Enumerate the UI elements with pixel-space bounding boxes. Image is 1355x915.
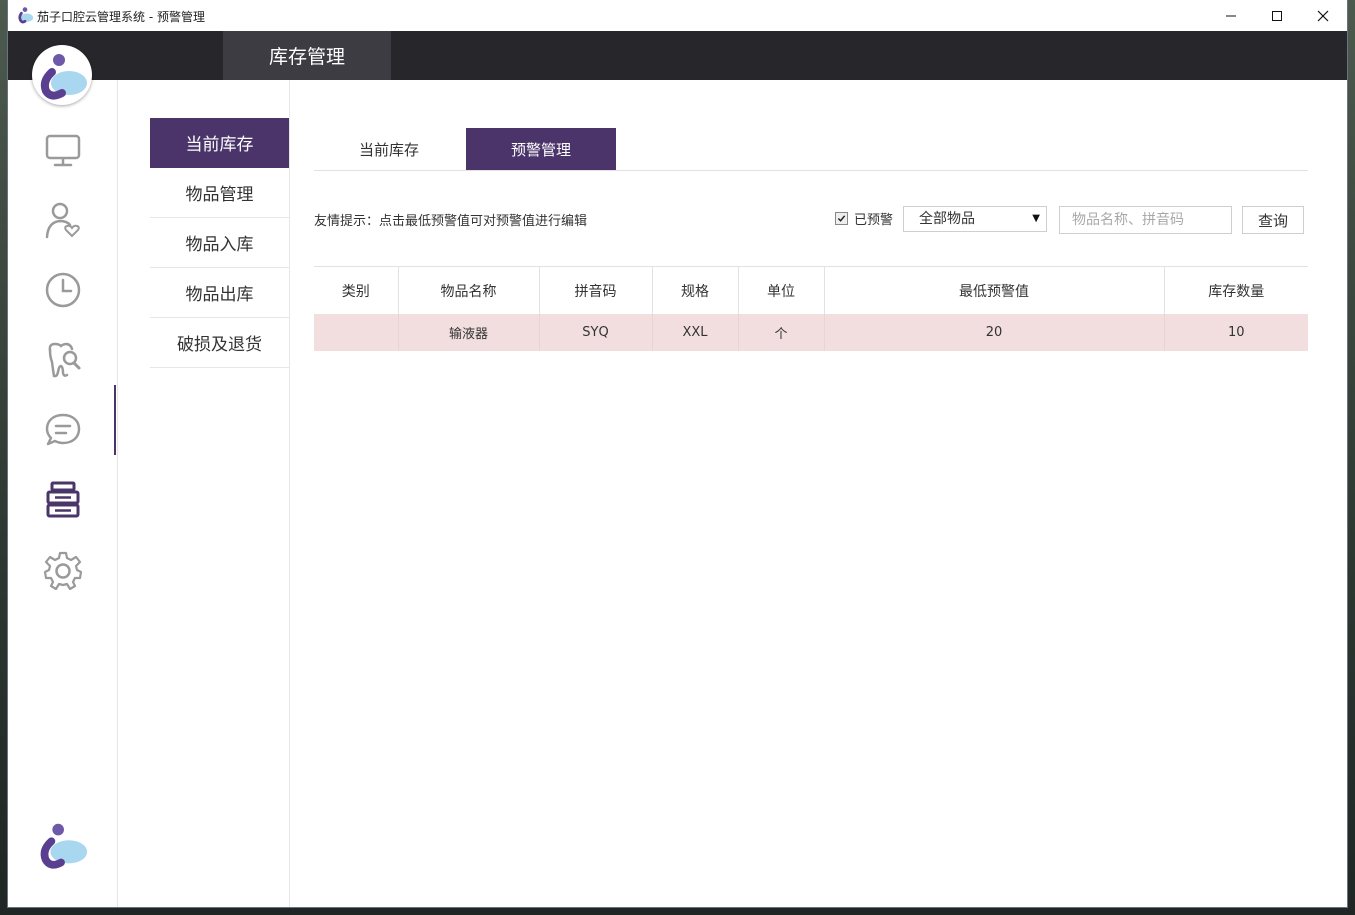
- patient-icon: [45, 202, 80, 239]
- minimize-button[interactable]: [1208, 0, 1254, 31]
- rail-item-patient[interactable]: [8, 190, 117, 250]
- title-bar: 茄子口腔云管理系统 - 预警管理: [8, 0, 1347, 31]
- cell-stock-qty: 10: [1164, 314, 1308, 351]
- column-header-spec: 规格: [652, 266, 739, 314]
- app-logo: [32, 45, 92, 105]
- column-header-unit: 单位: [738, 266, 825, 314]
- cell-pinyin: SYQ: [539, 314, 653, 351]
- warned-checkbox[interactable]: [835, 212, 848, 225]
- app-header: 库存管理: [8, 31, 1347, 80]
- app-window: 茄子口腔云管理系统 - 预警管理 库存管理 当前库存 物品管理 物品入库 物品出…: [8, 0, 1347, 907]
- column-header-min-warning: 最低预警值: [824, 266, 1165, 314]
- monitor-icon: [45, 134, 80, 167]
- warned-filter[interactable]: 已预警: [835, 209, 893, 228]
- icon-rail: [8, 80, 118, 907]
- close-icon: [1317, 10, 1329, 21]
- rail-item-settings[interactable]: [8, 540, 117, 600]
- main-content: 当前库存 预警管理 友情提示：点击最低预警值可对预警值进行编辑 已预警 全部物品…: [290, 80, 1347, 907]
- column-header-stock-qty: 库存数量: [1164, 266, 1308, 314]
- rail-item-schedule[interactable]: [8, 260, 117, 320]
- clock-icon: [45, 272, 80, 308]
- dropdown-arrow-icon: ▼: [1032, 213, 1040, 224]
- tab-divider: [314, 170, 1308, 171]
- tooth-search-icon: [48, 342, 80, 378]
- submenu-item-stock-in[interactable]: 物品入库: [150, 218, 289, 268]
- module-title-tab[interactable]: 库存管理: [223, 31, 391, 80]
- tab-current-stock[interactable]: 当前库存: [314, 128, 464, 170]
- rail-item-monitor[interactable]: [8, 120, 117, 180]
- cell-item-name: 输液器: [398, 314, 540, 351]
- chat-icon: [45, 413, 80, 446]
- app-logo-icon: [18, 7, 34, 24]
- brand-logo-icon: [40, 54, 87, 100]
- cell-spec: XXL: [652, 314, 739, 351]
- maximize-icon: [1272, 10, 1282, 21]
- rail-item-messages[interactable]: [8, 400, 117, 460]
- warned-checkbox-label: 已预警: [854, 213, 894, 228]
- inventory-submenu: 当前库存 物品管理 物品入库 物品出库 破损及退货: [118, 80, 290, 907]
- warning-table: 类别 物品名称 拼音码 规格 单位 最低预警值 库存数量 输液器 SYQ XXL…: [314, 266, 1308, 351]
- minimize-icon: [1226, 15, 1236, 16]
- cell-unit: 个: [738, 314, 825, 351]
- rail-item-inventory[interactable]: [8, 470, 117, 530]
- category-select[interactable]: 全部物品 ▼: [903, 206, 1047, 232]
- table-header-row: 类别 物品名称 拼音码 规格 单位 最低预警值 库存数量: [314, 266, 1308, 314]
- hint-text: 友情提示：点击最低预警值可对预警值进行编辑: [314, 214, 588, 229]
- submenu-item-damage-return[interactable]: 破损及退货: [150, 318, 289, 368]
- cell-category: [314, 314, 399, 351]
- category-select-value: 全部物品: [919, 211, 975, 227]
- submenu-item-current-stock[interactable]: 当前库存: [150, 118, 289, 168]
- settings-icon: [43, 551, 82, 590]
- search-input[interactable]: [1059, 206, 1232, 234]
- submenu-item-stock-out[interactable]: 物品出库: [150, 268, 289, 318]
- column-header-item-name: 物品名称: [398, 266, 540, 314]
- brand-logo-icon: [40, 823, 88, 869]
- rail-item-diagnosis[interactable]: [8, 330, 117, 390]
- inventory-icon: [46, 481, 79, 518]
- query-button[interactable]: 查询: [1242, 206, 1304, 234]
- maximize-button[interactable]: [1254, 0, 1300, 31]
- tab-warning-management[interactable]: 预警管理: [466, 128, 616, 170]
- window-title: 茄子口腔云管理系统 - 预警管理: [37, 10, 205, 24]
- submenu-item-item-management[interactable]: 物品管理: [150, 168, 289, 218]
- column-header-category: 类别: [314, 266, 399, 314]
- table-row[interactable]: 输液器 SYQ XXL 个 20 10: [314, 314, 1308, 351]
- cell-min-warning[interactable]: 20: [824, 314, 1165, 351]
- checkmark-icon: [837, 215, 846, 222]
- rail-active-indicator: [114, 385, 116, 455]
- column-header-pinyin: 拼音码: [539, 266, 653, 314]
- close-button[interactable]: [1300, 0, 1346, 31]
